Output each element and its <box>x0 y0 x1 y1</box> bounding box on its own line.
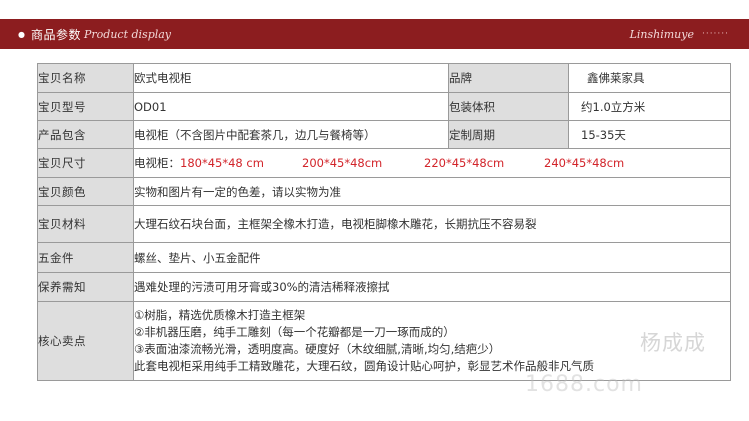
label-hardware: 五金件 <box>37 242 134 273</box>
value-name: 欧式电视柜 <box>133 63 449 93</box>
table-row: 产品包含 电视柜（不含图片中配套茶几，边几与餐椅等） 定制周期 15-35天 <box>37 120 731 149</box>
value-size: 电视柜：180*45*48 cm 200*45*48cm 220*45*48cm 24… <box>133 148 731 178</box>
value-model: OD01 <box>133 92 449 121</box>
size-prefix: 电视柜： <box>134 156 180 170</box>
spec-table: 宝贝名称 欧式电视柜 品牌 鑫佛莱家具 宝贝型号 OD01 包装体积 约1.0立… <box>37 63 731 381</box>
label-contents: 产品包含 <box>37 120 134 149</box>
banner-brand-group: Linshimuye ······· <box>630 19 729 49</box>
watermark-name: 杨成成 <box>640 331 706 355</box>
core-point: ①树脂，精选优质橡木打造主框架 <box>134 308 306 322</box>
label-size: 宝贝尺寸 <box>37 148 134 178</box>
value-contents: 电视柜（不含图片中配套茶几，边几与餐椅等） <box>133 120 449 149</box>
banner-brand: Linshimuye <box>629 27 694 41</box>
label-name: 宝贝名称 <box>37 63 134 93</box>
label-volume: 包装体积 <box>448 92 569 121</box>
label-brand: 品牌 <box>448 63 569 93</box>
bullet-dot-icon: ● <box>18 29 25 39</box>
value-brand: 鑫佛莱家具 <box>568 63 731 93</box>
table-row: 核心卖点 ①树脂，精选优质橡木打造主框架 ②非机器压磨，纯手工雕刻（每一个花瓣都… <box>37 301 731 381</box>
banner-title-group: ● 商品参数 Product display <box>18 19 171 49</box>
value-color: 实物和图片有一定的色差，请以实物为准 <box>133 177 731 206</box>
table-row: 宝贝型号 OD01 包装体积 约1.0立方米 <box>37 92 731 121</box>
value-custom: 15-35天 <box>568 120 731 149</box>
size-option: 180*45*48 cm <box>180 156 264 170</box>
label-core: 核心卖点 <box>37 301 134 381</box>
table-row: 保养需知 遇难处理的污渍可用牙膏或30%的清洁稀释液擦拭 <box>37 272 731 302</box>
value-material: 大理石纹石块台面，主框架全橡木打造，电视柜脚橡木雕花，长期抗压不容易裂 <box>133 205 731 243</box>
value-hardware: 螺丝、垫片、小五金配件 <box>133 242 731 273</box>
size-option: 200*45*48cm <box>302 156 383 170</box>
label-material: 宝贝材料 <box>37 205 134 243</box>
table-row: 宝贝材料 大理石纹石块台面，主框架全橡木打造，电视柜脚橡木雕花，长期抗压不容易裂 <box>37 205 731 243</box>
value-volume: 约1.0立方米 <box>568 92 731 121</box>
banner-dots: ······· <box>701 29 729 39</box>
table-row: 宝贝名称 欧式电视柜 品牌 鑫佛莱家具 <box>37 63 731 93</box>
size-option: 240*45*48cm <box>544 156 625 170</box>
table-row: 宝贝尺寸 电视柜：180*45*48 cm 200*45*48cm 220*45*4… <box>37 148 731 178</box>
label-model: 宝贝型号 <box>37 92 134 121</box>
table-row: 五金件 螺丝、垫片、小五金配件 <box>37 242 731 273</box>
label-custom: 定制周期 <box>448 120 569 149</box>
table-row: 宝贝颜色 实物和图片有一定的色差，请以实物为准 <box>37 177 731 206</box>
banner-title: 商品参数 <box>30 27 81 42</box>
header-banner: ● 商品参数 Product display Linshimuye ······… <box>0 19 749 49</box>
label-color: 宝贝颜色 <box>37 177 134 206</box>
value-care: 遇难处理的污渍可用牙膏或30%的清洁稀释液擦拭 <box>133 272 731 302</box>
size-option: 220*45*48cm <box>424 156 505 170</box>
label-care: 保养需知 <box>37 272 134 302</box>
watermark-site: 1688.com <box>525 372 643 397</box>
banner-title-en: Product display <box>84 27 172 41</box>
